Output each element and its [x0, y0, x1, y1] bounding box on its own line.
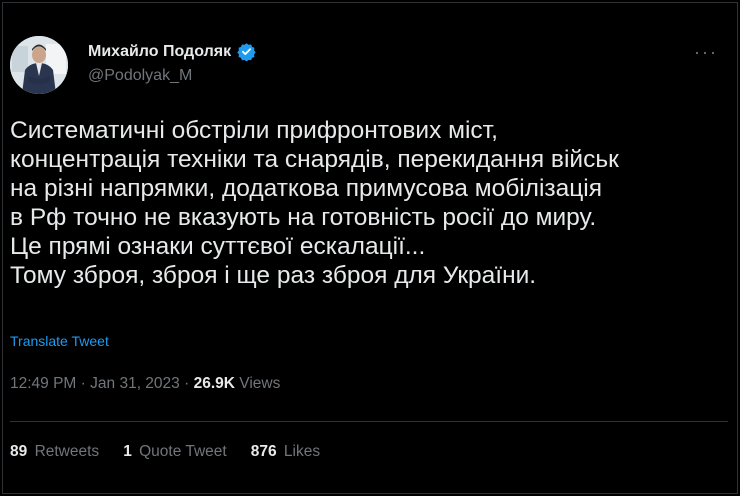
handle[interactable]: @Podolyak_M — [88, 67, 256, 85]
engagement-stats: 89 Retweets 1 Quote Tweet 876 Likes — [10, 443, 320, 461]
meta-separator: · — [184, 375, 190, 392]
avatar-image — [10, 36, 68, 94]
quotes-label: Quote Tweet — [139, 443, 227, 460]
tweet-line: в Рф точно не вказують на готовність рос… — [10, 204, 597, 231]
more-horizontal-icon[interactable]: ··· — [694, 42, 718, 63]
divider — [10, 421, 728, 422]
meta-separator: · — [80, 375, 86, 392]
author-block[interactable]: Михайло Подоляк @Podolyak_M — [88, 42, 256, 85]
tweet-header: Михайло Подоляк @Podolyak_M ··· — [10, 36, 730, 94]
views-label: Views — [239, 375, 281, 392]
tweet-line: Тому зброя, зброя і ще раз зброя для Укр… — [10, 262, 537, 289]
tweet-text: Систематичні обстріли прифронтових міст,… — [10, 116, 725, 290]
translate-tweet-link[interactable]: Translate Tweet — [10, 333, 109, 349]
tweet-time[interactable]: 12:49 PM — [10, 375, 76, 392]
views-count: 26.9K — [193, 375, 235, 392]
tweet-date[interactable]: Jan 31, 2023 — [90, 375, 180, 392]
tweet-line: Систематичні обстріли прифронтових міст, — [10, 117, 498, 144]
retweets-stat[interactable]: 89 Retweets — [10, 443, 99, 461]
tweet-line: Це прямі ознаки суттєвої ескалації... — [10, 233, 426, 260]
avatar[interactable] — [10, 36, 68, 94]
tweet-line: на різні напрямки, додаткова примусова м… — [10, 175, 603, 202]
quotes-stat[interactable]: 1 Quote Tweet — [123, 443, 227, 461]
retweets-count: 89 — [10, 443, 28, 460]
quotes-count: 1 — [123, 443, 132, 460]
tweet-line: концентрація техніки та снарядів, переки… — [10, 146, 619, 173]
retweets-label: Retweets — [34, 443, 100, 460]
tweet-meta: 12:49 PM · Jan 31, 2023 · 26.9K Views — [10, 375, 280, 393]
likes-label: Likes — [283, 443, 321, 460]
verified-badge-icon — [237, 42, 256, 62]
likes-stat[interactable]: 876 Likes — [251, 443, 320, 461]
display-name[interactable]: Михайло Подоляк — [88, 43, 231, 61]
likes-count: 876 — [250, 443, 277, 460]
